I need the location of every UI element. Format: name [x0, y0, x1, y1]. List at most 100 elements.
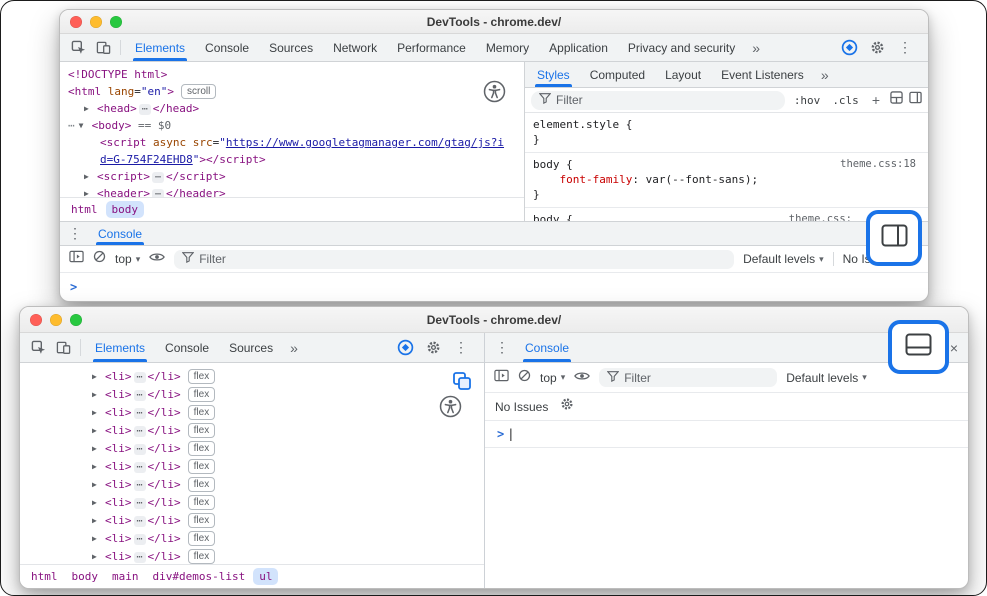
- toggle-class-button[interactable]: .cls: [829, 94, 862, 107]
- console-prompt[interactable]: >: [497, 427, 504, 441]
- breadcrumb-item-html[interactable]: html: [25, 568, 64, 585]
- tab-console[interactable]: Console: [515, 333, 579, 362]
- dom-tree-line[interactable]: ▶<li>⋯</li>flex: [20, 458, 484, 476]
- dom-tree-line[interactable]: ▶<li>⋯</li>flex: [20, 530, 484, 548]
- console-prompt-row[interactable]: > |: [485, 421, 968, 448]
- style-rule-line[interactable]: font-family: var(--font-sans);: [525, 172, 928, 187]
- token-badge[interactable]: flex: [188, 549, 216, 564]
- token-arrow[interactable]: ▶: [92, 422, 105, 440]
- zoom-traffic-light[interactable]: [70, 314, 82, 326]
- close-traffic-light[interactable]: [30, 314, 42, 326]
- dom-tree-line[interactable]: ▶<li>⋯</li>flex: [20, 512, 484, 530]
- console-context-selector[interactable]: top▾: [540, 371, 565, 385]
- console-filter-input[interactable]: [199, 252, 726, 266]
- tab-network[interactable]: Network: [323, 34, 387, 61]
- overlapping-squares-icon[interactable]: [452, 371, 472, 391]
- token-arrow[interactable]: ▶: [92, 494, 105, 512]
- token-arrow[interactable]: ▶: [92, 386, 105, 404]
- token-arrow[interactable]: ▶: [92, 530, 105, 548]
- log-levels-selector[interactable]: Default levels▾: [743, 252, 824, 266]
- tab-application[interactable]: Application: [539, 34, 618, 61]
- dom-tree-line[interactable]: <!DOCTYPE html>: [60, 66, 524, 83]
- dom-tree-line[interactable]: ▶<li>⋯</li>flex: [20, 548, 484, 564]
- settings-gear-icon[interactable]: [865, 40, 890, 55]
- dom-tree-line[interactable]: ▶<script>⋯</script>: [60, 168, 524, 185]
- token-badge[interactable]: flex: [188, 369, 216, 384]
- more-sidebar-tabs-icon[interactable]: »: [814, 62, 836, 87]
- clear-console-icon[interactable]: [93, 250, 106, 268]
- token-dots[interactable]: ⋯: [134, 426, 146, 437]
- token-arrow[interactable]: ▶: [84, 100, 97, 117]
- style-rule-line[interactable]: element.style {: [525, 117, 928, 132]
- dom-tree-line[interactable]: ▶<li>⋯</li>flex: [20, 404, 484, 422]
- overflow-menu-icon[interactable]: ⋮: [448, 339, 474, 356]
- more-tabs-icon[interactable]: »: [283, 333, 305, 362]
- tab-console[interactable]: Console: [88, 222, 152, 245]
- log-levels-selector[interactable]: Default levels▾: [786, 371, 867, 385]
- breadcrumb-item-main[interactable]: main: [106, 568, 145, 585]
- token-arrow[interactable]: ▼: [79, 117, 92, 134]
- token-dots[interactable]: ⋯: [152, 189, 164, 197]
- dom-tree-line[interactable]: ⋯▼<body> == $0: [60, 117, 524, 134]
- device-toolbar-icon[interactable]: [51, 333, 76, 362]
- dom-tree-line[interactable]: ▶<li>⋯</li>flex: [20, 368, 484, 386]
- token-dots[interactable]: ⋯: [134, 480, 146, 491]
- tab-event-listeners[interactable]: Event Listeners: [711, 62, 814, 87]
- new-style-rule-button[interactable]: +: [868, 92, 884, 108]
- toggle-element-state-button[interactable]: :hov: [791, 94, 824, 107]
- overflow-menu-icon[interactable]: ⋮: [892, 39, 918, 56]
- dom-tree-line[interactable]: ▶<li>⋯</li>flex: [20, 386, 484, 404]
- style-rule-line[interactable]: }: [525, 187, 928, 202]
- token-badge[interactable]: flex: [188, 405, 216, 420]
- issues-counter[interactable]: No Issues: [495, 400, 548, 414]
- console-prompt[interactable]: >: [70, 280, 77, 294]
- token-arrow[interactable]: ▶: [84, 168, 97, 185]
- token-dots[interactable]: ⋯: [134, 390, 146, 401]
- minimize-traffic-light[interactable]: [50, 314, 62, 326]
- token-badge[interactable]: flex: [188, 495, 216, 510]
- dom-tree-line[interactable]: <html lang="en">scroll: [60, 83, 524, 100]
- eye-icon[interactable]: [149, 250, 165, 268]
- token-arrow[interactable]: ▶: [92, 548, 105, 564]
- token-dots[interactable]: ⋯: [152, 172, 164, 183]
- token-dots[interactable]: ⋯: [134, 372, 146, 383]
- style-source-link[interactable]: theme.css:: [789, 213, 852, 221]
- minimize-traffic-light[interactable]: [90, 16, 102, 28]
- tab-sources[interactable]: Sources: [259, 34, 323, 61]
- tab-console[interactable]: Console: [155, 333, 219, 362]
- sidebar-toggle-icon[interactable]: [909, 91, 922, 109]
- dom-tree-line[interactable]: ▶<header>⋯</header>: [60, 185, 524, 197]
- console-filter-input[interactable]: [624, 371, 769, 385]
- settings-gear-icon[interactable]: [421, 340, 446, 355]
- dock-to-bottom-icon[interactable]: [905, 333, 932, 361]
- drawer-overflow-menu-icon[interactable]: ⋮: [62, 222, 88, 245]
- ai-assistant-icon[interactable]: [836, 39, 863, 56]
- accessibility-icon[interactable]: [483, 80, 506, 103]
- ai-assistant-icon[interactable]: [392, 339, 419, 356]
- dom-tree-line[interactable]: ▶<li>⋯</li>flex: [20, 476, 484, 494]
- styles-filter-input[interactable]: [556, 93, 777, 107]
- token-arrow[interactable]: ▶: [92, 368, 105, 386]
- token-badge[interactable]: flex: [188, 387, 216, 402]
- token-dots[interactable]: ⋯: [134, 444, 146, 455]
- clear-console-icon[interactable]: [518, 369, 531, 387]
- console-output[interactable]: >: [60, 273, 928, 301]
- style-source-link[interactable]: theme.css:18: [840, 158, 916, 170]
- dom-tree-line[interactable]: d=G-754F24EHD8"></script>: [60, 151, 524, 168]
- token-dots[interactable]: ⋯: [134, 462, 146, 473]
- breadcrumb-item-div-demos-list[interactable]: div#demos-list: [147, 568, 252, 585]
- token-badge[interactable]: flex: [188, 513, 216, 528]
- inspect-element-icon[interactable]: [66, 34, 91, 61]
- token-dots[interactable]: ⋯: [134, 516, 146, 527]
- tab-privacy-and-security[interactable]: Privacy and security: [618, 34, 745, 61]
- device-toolbar-icon[interactable]: [91, 34, 116, 61]
- breadcrumb-item-ul[interactable]: ul: [253, 568, 278, 585]
- token-badge[interactable]: scroll: [181, 84, 216, 99]
- token-badge[interactable]: flex: [188, 459, 216, 474]
- zoom-traffic-light[interactable]: [110, 16, 122, 28]
- token-arrow[interactable]: ▶: [92, 458, 105, 476]
- token-badge[interactable]: flex: [188, 477, 216, 492]
- tab-elements[interactable]: Elements: [85, 333, 155, 362]
- tab-styles[interactable]: Styles: [527, 62, 580, 87]
- token-arrow[interactable]: ▶: [92, 476, 105, 494]
